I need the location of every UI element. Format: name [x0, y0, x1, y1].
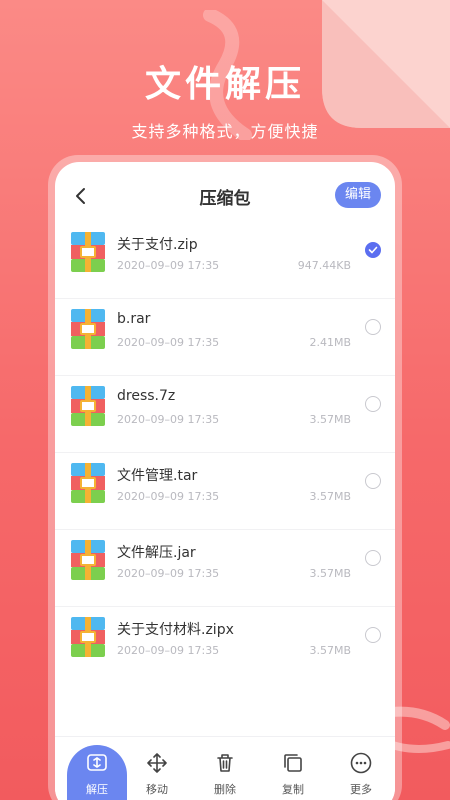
file-name: 文件解压.jar [117, 545, 196, 561]
archive-file-icon [71, 309, 105, 349]
toolbar-label: 删除 [214, 783, 236, 796]
file-size: 3.57MB [309, 567, 351, 580]
select-radio[interactable] [365, 627, 381, 643]
hero-title: 文件解压 [144, 64, 305, 105]
toolbar-more-button[interactable]: 更多 [331, 737, 391, 800]
select-radio[interactable] [365, 396, 381, 412]
select-radio-checked[interactable] [365, 242, 381, 258]
toolbar-move-button[interactable]: 移动 [127, 737, 187, 800]
archive-file-icon [71, 463, 105, 503]
archive-file-icon [71, 232, 105, 272]
archive-file-icon [71, 540, 105, 580]
file-date: 2020–09–09 17:35 [117, 644, 220, 657]
file-size: 947.44KB [297, 259, 351, 272]
edit-button[interactable]: 编辑 [335, 182, 381, 208]
file-name: b.rar [117, 311, 151, 327]
file-date: 2020–09–09 17:35 [117, 259, 220, 272]
copy-icon [284, 754, 302, 772]
file-size: 3.57MB [309, 413, 351, 426]
file-size: 2.41MB [309, 336, 351, 349]
move-icon [147, 753, 167, 773]
bottom-toolbar: 解压 移动 删除 复制 更多 [55, 736, 395, 800]
app-screen: 压缩包 编辑 关于支付.zip 2020–09–09 17:35 947.44K… [55, 162, 395, 800]
trash-icon [217, 754, 233, 772]
file-list: 关于支付.zip 2020–09–09 17:35 947.44KB b.rar… [55, 222, 395, 684]
archive-file-icon [71, 617, 105, 657]
toolbar-label: 移动 [146, 783, 168, 796]
file-name: 关于支付材料.zipx [117, 622, 234, 638]
file-row[interactable]: 关于支付.zip 2020–09–09 17:35 947.44KB [55, 222, 395, 299]
select-radio[interactable] [365, 473, 381, 489]
extract-icon [87, 754, 107, 771]
toolbar-label: 更多 [350, 783, 372, 796]
file-row[interactable]: 文件解压.jar 2020–09–09 17:35 3.57MB [55, 530, 395, 607]
file-name: dress.7z [117, 388, 176, 404]
check-icon [368, 246, 378, 254]
file-date: 2020–09–09 17:35 [117, 490, 220, 503]
toolbar-trash-button[interactable]: 删除 [195, 737, 255, 800]
file-date: 2020–09–09 17:35 [117, 336, 220, 349]
header: 压缩包 编辑 [55, 162, 395, 230]
more-icon [350, 752, 372, 774]
file-row[interactable]: 关于支付材料.zipx 2020–09–09 17:35 3.57MB [55, 607, 395, 684]
select-radio[interactable] [365, 319, 381, 335]
toolbar-label: 解压 [86, 783, 108, 796]
toolbar-copy-button[interactable]: 复制 [263, 737, 323, 800]
file-size: 3.57MB [309, 644, 351, 657]
file-row[interactable]: 文件管理.tar 2020–09–09 17:35 3.57MB [55, 453, 395, 530]
toolbar-extract-button[interactable]: 解压 [67, 737, 127, 800]
file-row[interactable]: dress.7z 2020–09–09 17:35 3.57MB [55, 376, 395, 453]
file-name: 文件管理.tar [117, 468, 198, 484]
file-size: 3.57MB [309, 490, 351, 503]
toolbar-label: 复制 [282, 783, 304, 796]
archive-file-icon [71, 386, 105, 426]
file-name: 关于支付.zip [117, 237, 198, 253]
select-radio[interactable] [365, 550, 381, 566]
hero-subtitle: 支持多种格式，方便快捷 [131, 122, 319, 141]
file-date: 2020–09–09 17:35 [117, 567, 220, 580]
file-date: 2020–09–09 17:35 [117, 413, 220, 426]
file-row[interactable]: b.rar 2020–09–09 17:35 2.41MB [55, 299, 395, 376]
